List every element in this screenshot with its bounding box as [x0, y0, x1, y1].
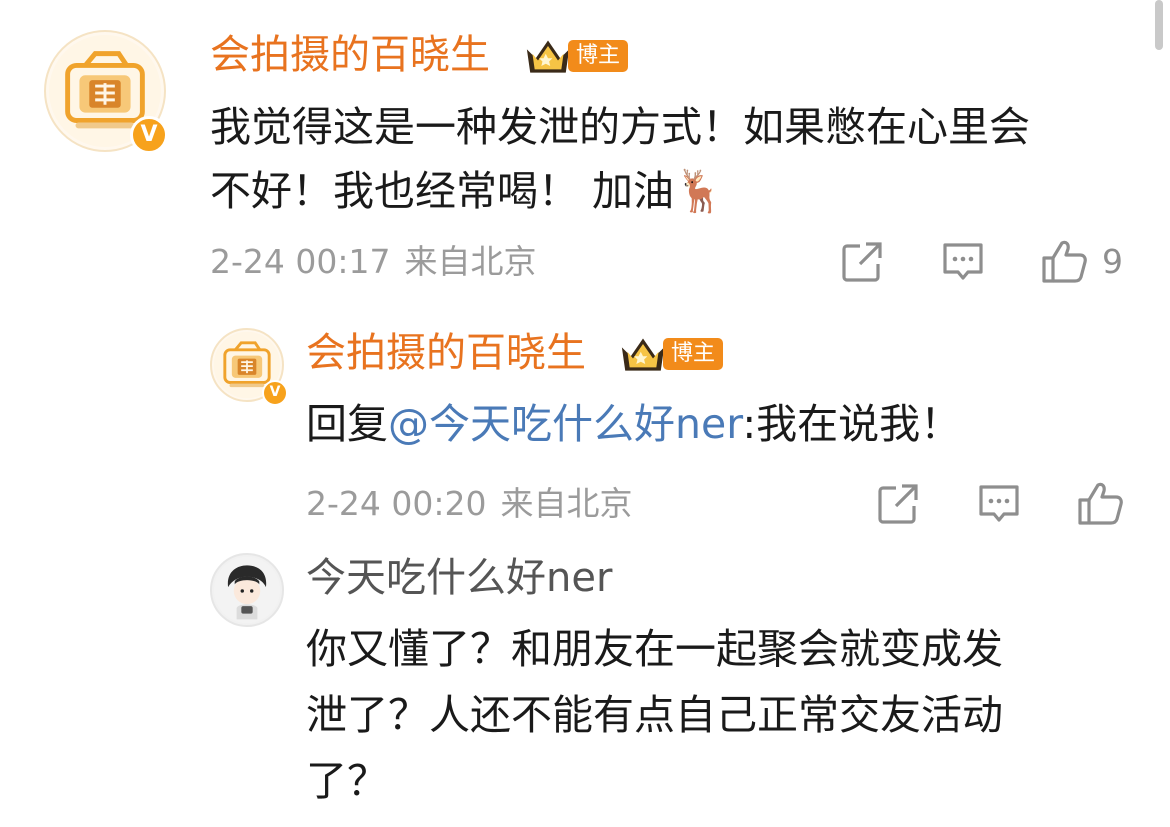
timestamp: 2-24 00:17: [210, 242, 391, 281]
share-icon: [878, 484, 918, 524]
comment-text: 泄了？人还不能有点自己正常交友活动: [306, 691, 1003, 739]
location: 来自北京: [404, 242, 537, 281]
verified-badge-icon: V: [262, 380, 288, 406]
comment-text: 你又懂了？和朋友在一起聚会就变成发: [306, 625, 1003, 673]
blogger-badge: 博主: [663, 338, 724, 370]
like-icon: [1042, 240, 1087, 283]
reply-body: :我在说我！: [742, 400, 962, 448]
like-count: 9: [1102, 242, 1123, 281]
comment-button[interactable]: [940, 240, 986, 284]
mention-link[interactable]: @今天吃什么好ner: [388, 400, 742, 448]
comment-icon: [979, 485, 1019, 522]
blogger-badge: 博主: [568, 40, 629, 72]
comment-text: 我觉得这是一种发泄的方式！如果憋在心里会: [210, 103, 1030, 151]
like-button[interactable]: [1040, 238, 1088, 284]
reply-prefix: 回复: [306, 400, 388, 448]
comment-text: 了？: [306, 757, 388, 805]
comment-icon: [943, 243, 983, 280]
like-button[interactable]: [1076, 480, 1124, 526]
like-icon: [1078, 482, 1123, 525]
share-button[interactable]: [876, 482, 920, 526]
avatar[interactable]: V: [210, 328, 288, 406]
comment-meta: 2-24 00:17 来自北京: [210, 240, 551, 284]
location: 来自北京: [500, 484, 633, 523]
crown-icon: [526, 40, 570, 73]
share-button[interactable]: [840, 240, 884, 284]
avatar[interactable]: [210, 553, 284, 627]
username[interactable]: 今天吃什么好ner: [306, 553, 612, 603]
comment-button[interactable]: [976, 482, 1022, 526]
avatar[interactable]: V: [44, 30, 168, 154]
reply-text: 回复@今天吃什么好ner:我在说我！: [306, 392, 961, 456]
crown-icon: [621, 338, 665, 371]
cartoon-avatar-icon: [213, 556, 281, 624]
share-icon: [842, 242, 882, 282]
username[interactable]: 会拍摄的百晓生: [306, 328, 586, 378]
username[interactable]: 会拍摄的百晓生: [210, 30, 490, 80]
comment-meta: 2-24 00:20 来自北京: [306, 482, 647, 526]
comment-text: 不好！我也经常喝！ 加油🦌: [210, 167, 726, 215]
verified-badge-icon: V: [130, 116, 168, 154]
timestamp: 2-24 00:20: [306, 484, 487, 523]
scrollbar[interactable]: [1155, 0, 1163, 50]
